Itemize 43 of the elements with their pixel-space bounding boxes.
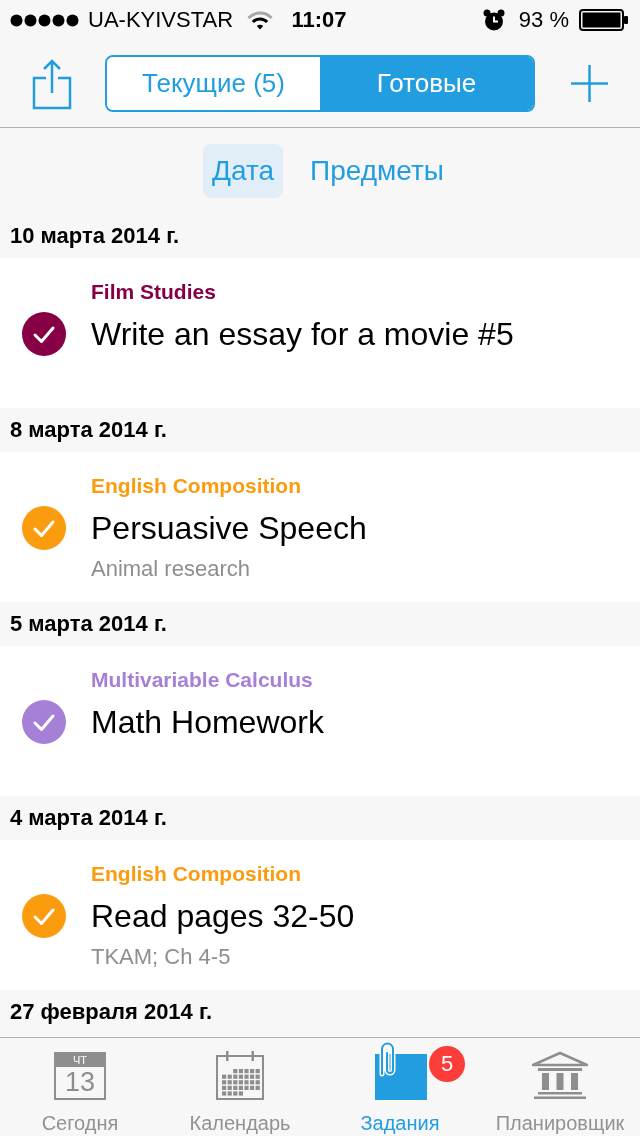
share-button[interactable] — [32, 57, 72, 110]
signal-icon — [10, 13, 80, 27]
clock-time: 11:07 — [291, 7, 347, 33]
add-button[interactable] — [571, 65, 608, 102]
tab-bar-item[interactable]: Календарь — [160, 1038, 320, 1136]
segment-tab[interactable]: Готовые — [320, 57, 533, 110]
building-columns-icon — [530, 1051, 590, 1100]
tab-bar-item[interactable]: ЧТ 13 Сегодня — [0, 1038, 160, 1136]
subject-label: Film Studies — [91, 279, 216, 305]
subject-label: Multivariable Calculus — [91, 667, 313, 693]
check-circle-icon[interactable] — [22, 894, 66, 938]
task-note: TKAM; Ch 4-5 — [91, 943, 231, 971]
sort-tab[interactable]: Предметы — [301, 144, 453, 198]
tab-bar-item[interactable]: Планировщик — [480, 1038, 640, 1136]
battery-percent: 93 % — [518, 7, 569, 33]
task-title: Write an essay for a movie #5 — [91, 315, 514, 354]
subject-label: English Composition — [91, 861, 301, 887]
task-row[interactable]: English Composition Persuasive Speech Animal research — [0, 452, 640, 602]
alarm-clock-icon — [482, 9, 505, 31]
task-title: Read pages 32-50 — [91, 897, 355, 936]
subject-label: English Composition — [91, 473, 301, 499]
segment-tab[interactable]: Текущие (5) — [107, 57, 320, 110]
task-title: Math Homework — [91, 703, 324, 742]
task-note: Animal research — [91, 555, 250, 583]
weekday-label: ЧТ — [56, 1054, 104, 1067]
battery-icon — [579, 9, 628, 31]
wifi-icon — [247, 10, 274, 30]
day-number: 13 — [63, 1067, 96, 1098]
task-row[interactable]: Film Studies Write an essay for a movie #5 — [0, 258, 640, 408]
check-circle-icon[interactable] — [22, 700, 66, 744]
task-title: Persuasive Speech — [91, 509, 367, 548]
tab-bar-item[interactable]: 5 Задания — [320, 1038, 480, 1136]
plus-icon — [571, 65, 608, 102]
notification-badge: 5 — [429, 1046, 465, 1082]
check-circle-icon[interactable] — [22, 506, 66, 550]
task-row[interactable]: English Composition Read pages 32-50 TKAM; Ch 4-5 — [0, 840, 640, 990]
task-row[interactable]: Multivariable Calculus Math Homework — [0, 646, 640, 796]
sort-tab[interactable]: Дата — [203, 144, 284, 198]
check-circle-icon[interactable] — [22, 312, 66, 356]
carrier-name: UA-KYIVSTAR — [88, 7, 234, 33]
calendar-icon — [216, 1051, 264, 1100]
share-icon — [32, 57, 72, 110]
paperclip-folder-icon — [373, 1041, 427, 1100]
